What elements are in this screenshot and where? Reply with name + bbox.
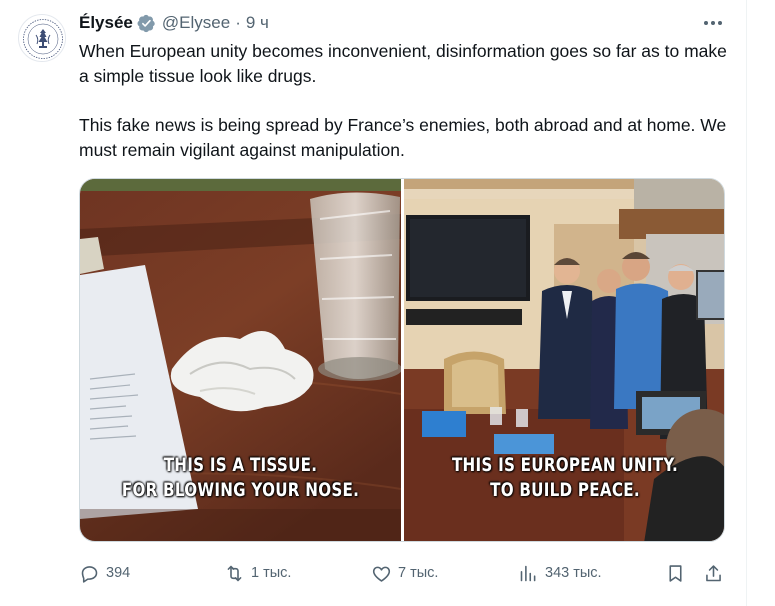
reply-button[interactable]: 394 — [79, 558, 130, 588]
elysee-logo — [21, 17, 65, 61]
views-button[interactable]: 343 тыс. — [518, 558, 602, 588]
media-grid[interactable]: THIS IS A TISSUE. FOR BLOWING YOUR NOSE. — [79, 178, 725, 542]
like-count: 7 тыс. — [398, 565, 439, 581]
tweet: Élysée @Elysee · 9 ч When European unity… — [0, 0, 746, 606]
avatar[interactable] — [18, 14, 66, 62]
meeting-photo[interactable]: THIS IS EUROPEAN UNITY. TO BUILD PEACE. — [404, 179, 724, 541]
tweet-text: When European unity becomes inconvenient… — [79, 39, 734, 162]
caption-line: THIS IS EUROPEAN UNITY. — [451, 455, 679, 476]
author-handle[interactable]: @Elysee — [162, 13, 230, 33]
more-icon — [704, 21, 722, 25]
tweet-paragraph: When European unity becomes inconvenient… — [79, 41, 727, 86]
retweet-icon — [227, 565, 242, 581]
timeline-border — [746, 0, 747, 606]
like-icon — [372, 566, 391, 582]
more-button[interactable] — [698, 10, 728, 36]
tweet-paragraph: This fake news is being spread by France… — [79, 115, 727, 160]
verified-badge-icon — [137, 14, 156, 33]
separator-dot: · — [235, 13, 241, 32]
caption-line: THIS IS A TISSUE. — [163, 455, 318, 476]
retweet-count: 1 тыс. — [251, 565, 292, 581]
bookmark-button[interactable] — [665, 558, 686, 588]
author-name[interactable]: Élysée — [79, 13, 133, 33]
tweet-actions: 394 1 тыс. 7 тыс. 343 тыс. — [79, 558, 734, 588]
reply-count: 394 — [106, 565, 131, 581]
share-button[interactable] — [703, 558, 724, 588]
views-icon — [520, 565, 536, 581]
caption-line: FOR BLOWING YOUR NOSE. — [121, 480, 360, 501]
like-button[interactable]: 7 тыс. — [371, 558, 438, 588]
reply-icon — [81, 565, 98, 583]
caption-line: TO BUILD PEACE. — [490, 480, 640, 501]
tissue-photo[interactable]: THIS IS A TISSUE. FOR BLOWING YOUR NOSE. — [80, 179, 401, 541]
bookmark-icon — [669, 564, 682, 582]
views-count: 343 тыс. — [545, 565, 602, 581]
share-icon — [706, 564, 721, 581]
tweet-header: Élysée @Elysee · 9 ч — [79, 12, 269, 34]
tissue-caption: THIS IS A TISSUE. FOR BLOWING YOUR NOSE. — [109, 453, 372, 503]
meeting-caption: THIS IS EUROPEAN UNITY. TO BUILD PEACE. — [433, 453, 697, 503]
retweet-button[interactable]: 1 тыс. — [224, 558, 291, 588]
timestamp[interactable]: 9 ч — [246, 13, 269, 33]
